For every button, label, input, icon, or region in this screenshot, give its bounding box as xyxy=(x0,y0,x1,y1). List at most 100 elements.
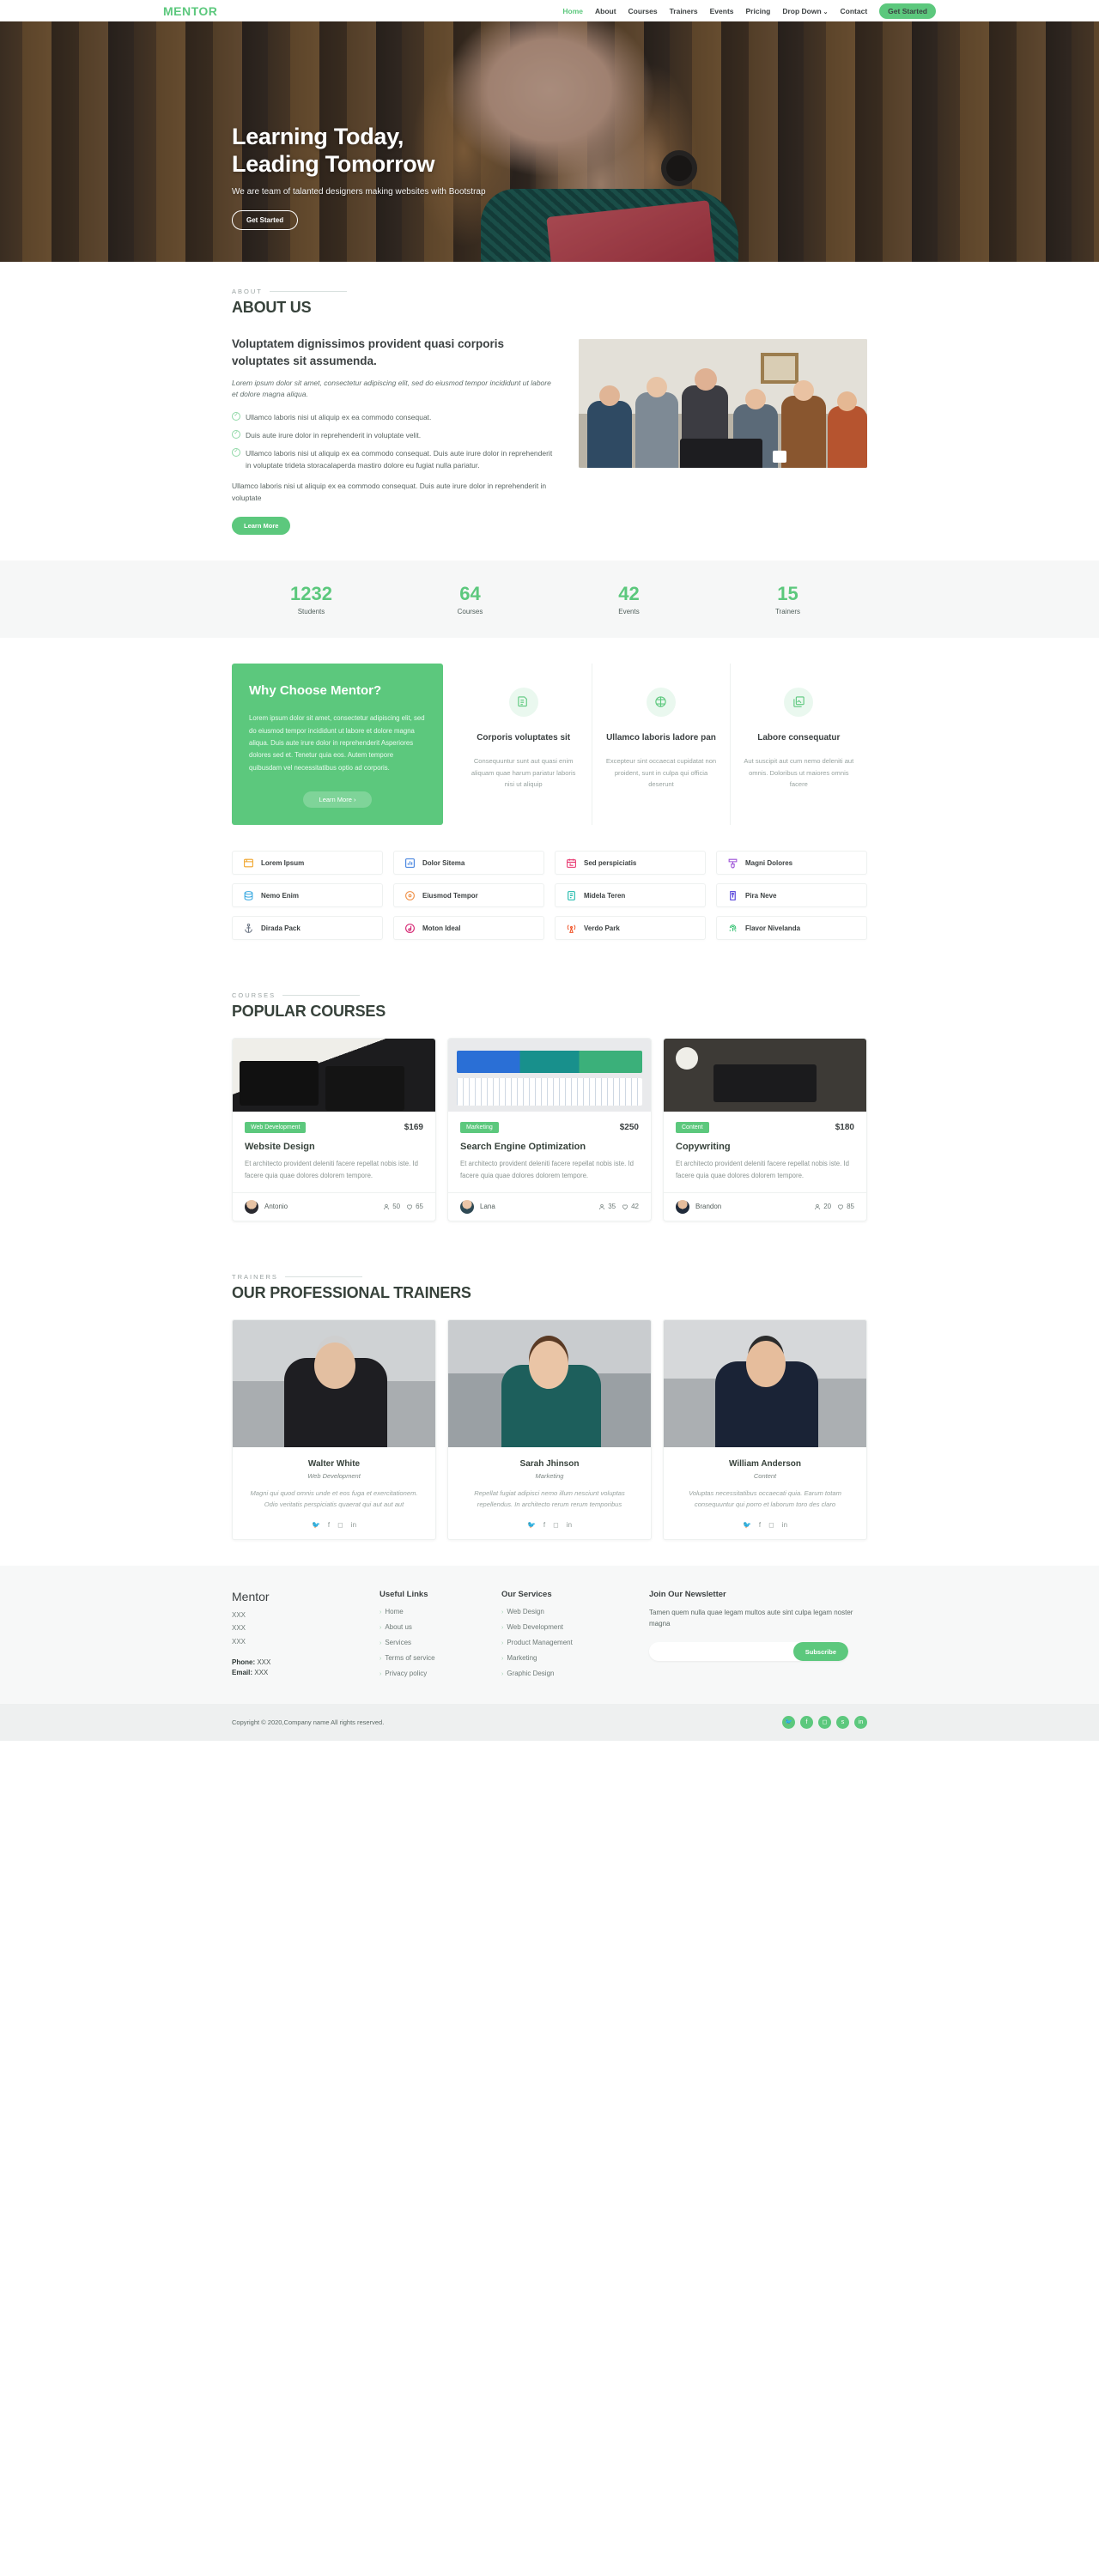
course-students-count: 20 xyxy=(814,1203,831,1210)
service-item-magni-dolores[interactable]: Magni Dolores xyxy=(716,851,867,876)
service-item-verdo-park[interactable]: Verdo Park xyxy=(555,916,706,941)
about-learn-more-button[interactable]: Learn More xyxy=(232,516,291,535)
footer-social-links: 🐦 f ◻ s in xyxy=(782,1715,867,1729)
about-eyebrow: About xyxy=(232,288,867,295)
facebook-icon[interactable]: f xyxy=(759,1521,761,1529)
service-item-moton-ideal[interactable]: Moton Ideal xyxy=(393,916,544,941)
service-item-lorem-ipsum[interactable]: Lorem Ipsum xyxy=(232,851,383,876)
service-label: Pira Neve xyxy=(745,891,777,900)
course-title[interactable]: Copywriting xyxy=(676,1142,854,1152)
twitter-icon[interactable]: 🐦 xyxy=(527,1521,536,1529)
nav-item-home[interactable]: Home xyxy=(562,7,583,15)
facebook-icon[interactable]: f xyxy=(328,1521,330,1529)
course-description: Et architecto provident deleniti facere … xyxy=(460,1160,634,1179)
list-item[interactable]: › Graphic Design xyxy=(501,1670,630,1677)
hero-section: Learning Today, Leading Tomorrow We are … xyxy=(0,21,1099,262)
service-label: Lorem Ipsum xyxy=(261,858,305,867)
site-footer: Mentor XXX XXX XXX Phone: XXX Email: XXX… xyxy=(0,1565,1099,1704)
nav-item-about[interactable]: About xyxy=(595,7,616,15)
list-item[interactable]: › About us xyxy=(379,1623,483,1631)
feature-card-3: Labore consequatur Aut suscipit aut cum … xyxy=(729,663,867,826)
stat-label: Students xyxy=(297,607,325,615)
nav-item-pricing[interactable]: Pricing xyxy=(746,7,771,15)
service-label: Dolor Sitema xyxy=(422,858,465,867)
list-item[interactable]: › Product Management xyxy=(501,1639,630,1646)
trainers-grid: Walter White Web Development Magni qui q… xyxy=(232,1318,867,1540)
header-get-started-button[interactable]: Get Started xyxy=(879,3,936,19)
trainers-eyebrow: Trainers xyxy=(232,1273,867,1281)
instagram-icon[interactable]: ◻ xyxy=(337,1521,343,1529)
chevron-down-icon: ⌄ xyxy=(823,9,829,15)
course-students-count: 50 xyxy=(383,1203,400,1210)
linkedin-icon[interactable]: in xyxy=(567,1521,572,1529)
service-item-pira-neve[interactable]: Pira Neve xyxy=(716,883,867,908)
course-card-website-design[interactable]: Web Development $169 Website Design Et a… xyxy=(232,1038,436,1221)
trainer-card-walter-white[interactable]: Walter White Web Development Magni qui q… xyxy=(232,1318,436,1540)
trainer-card-sarah-jhinson[interactable]: Sarah Jhinson Marketing Repellat fugiat … xyxy=(447,1318,652,1540)
trainer-bio: Repellat fugiat adipisci nemo illum nesc… xyxy=(474,1488,625,1509)
service-item-midela-teren[interactable]: Midela Teren xyxy=(555,883,706,908)
list-item[interactable]: › Web Development xyxy=(501,1623,630,1631)
nav-item-events[interactable]: Events xyxy=(710,7,734,15)
site-logo[interactable]: MENTOR xyxy=(163,4,217,18)
instagram-icon[interactable]: ◻ xyxy=(818,1715,831,1729)
trainer-role: Content xyxy=(753,1471,777,1480)
linkedin-icon[interactable]: in xyxy=(351,1521,356,1529)
service-item-eiusmod-tempor[interactable]: Eiusmod Tempor xyxy=(393,883,544,908)
list-item[interactable]: › Privacy policy xyxy=(379,1670,483,1677)
check-icon: ✓ xyxy=(232,429,240,439)
service-item-nemo-enim[interactable]: Nemo Enim xyxy=(232,883,383,908)
instagram-icon[interactable]: ◻ xyxy=(553,1521,559,1529)
course-author: Antonio xyxy=(264,1203,288,1211)
nav-item-courses[interactable]: Courses xyxy=(628,7,658,15)
list-item[interactable]: › Marketing xyxy=(501,1654,630,1662)
list-item[interactable]: › Services xyxy=(379,1639,483,1646)
twitter-icon[interactable]: 🐦 xyxy=(312,1521,320,1529)
service-item-sed-perspiciatis[interactable]: Sed perspiciatis xyxy=(555,851,706,876)
heart-icon xyxy=(838,1204,844,1209)
trainer-photo xyxy=(233,1319,435,1447)
courses-title: POPULAR COURSES xyxy=(232,1003,386,1021)
subscribe-button[interactable]: Subscribe xyxy=(792,1642,848,1662)
linkedin-icon[interactable]: in xyxy=(854,1715,867,1729)
feature-text: Consequuntur sunt aut quasi enim aliquam… xyxy=(471,757,576,789)
twitter-icon[interactable]: 🐦 xyxy=(743,1521,751,1529)
database-icon xyxy=(243,890,254,901)
service-item-dolor-sitema[interactable]: Dolor Sitema xyxy=(393,851,544,876)
why-learn-more-button[interactable]: Learn More › xyxy=(303,791,372,809)
feature-title: Ullamco laboris ladore pan xyxy=(606,732,716,742)
list-item[interactable]: › Home xyxy=(379,1608,483,1615)
skype-icon[interactable]: s xyxy=(836,1715,849,1729)
facebook-icon[interactable]: f xyxy=(800,1715,813,1729)
newsletter-email-input[interactable] xyxy=(649,1642,793,1662)
students-value: 35 xyxy=(608,1203,616,1211)
linkedin-icon[interactable]: in xyxy=(782,1521,787,1529)
image-icon xyxy=(784,687,814,717)
service-label: Nemo Enim xyxy=(261,891,300,900)
heart-icon xyxy=(622,1204,628,1209)
course-title[interactable]: Website Design xyxy=(245,1142,423,1152)
trainer-photo xyxy=(448,1319,651,1447)
instagram-icon[interactable]: ◻ xyxy=(768,1521,774,1529)
music-note-icon xyxy=(404,923,416,934)
chevron-right-icon: › xyxy=(501,1609,504,1615)
trainer-role: Web Development xyxy=(307,1471,361,1480)
feature-card-1: Corporis voluptates sit Consequuntur sun… xyxy=(455,663,592,826)
nav-item-contact[interactable]: Contact xyxy=(841,7,868,15)
course-card-copywriting[interactable]: Content $180 Copywriting Et architecto p… xyxy=(663,1038,867,1221)
service-item-flavor-nivelanda[interactable]: Flavor Nivelanda xyxy=(716,916,867,941)
list-item[interactable]: › Terms of service xyxy=(379,1654,483,1662)
trainer-name: Walter White xyxy=(307,1458,361,1469)
nav-item-trainers[interactable]: Trainers xyxy=(670,7,698,15)
trainers-section: Trainers OUR PROFESSIONAL TRAINERS Walte… xyxy=(232,1247,867,1566)
list-item[interactable]: › Web Design xyxy=(501,1608,630,1615)
nav-item-dropdown[interactable]: Drop Down ⌄ xyxy=(782,7,828,15)
course-card-seo[interactable]: Marketing $250 Search Engine Optimizatio… xyxy=(447,1038,652,1221)
facebook-icon[interactable]: f xyxy=(543,1521,545,1529)
service-item-dirada-pack[interactable]: Dirada Pack xyxy=(232,916,383,941)
trainer-card-william-anderson[interactable]: William Anderson Content Voluptas necess… xyxy=(663,1318,867,1540)
hero-get-started-button[interactable]: Get Started xyxy=(232,209,299,230)
footer-useful-links: Useful Links › Home › About us › Services ›… xyxy=(379,1590,483,1685)
twitter-icon[interactable]: 🐦 xyxy=(782,1715,795,1729)
course-title[interactable]: Search Engine Optimization xyxy=(460,1142,639,1152)
